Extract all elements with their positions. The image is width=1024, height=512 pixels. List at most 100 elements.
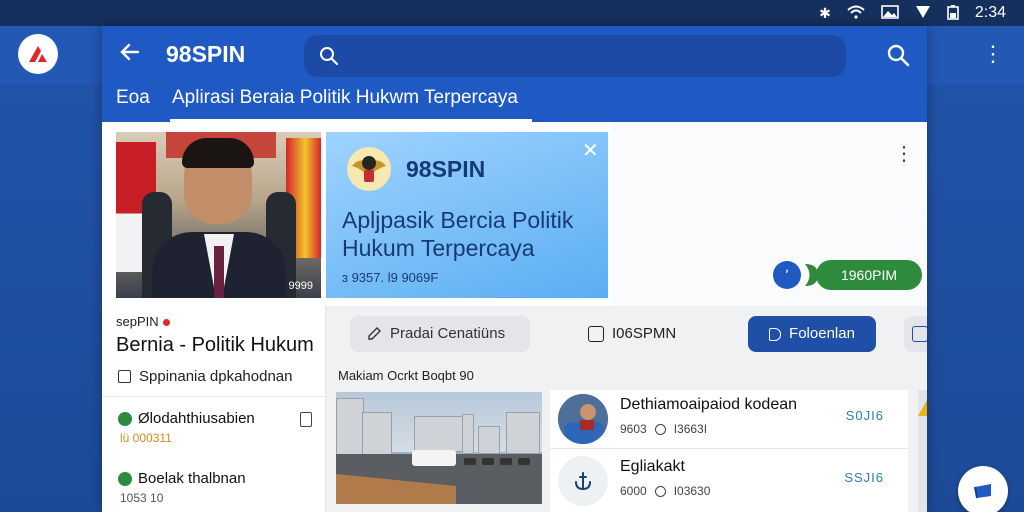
photo-car <box>482 458 494 465</box>
news-row[interactable]: Dethiamoaipaiod kodean 9603 I3663I S0JI6 <box>550 390 908 449</box>
building <box>462 414 474 454</box>
news-photo[interactable] <box>336 392 542 504</box>
app-window: 98SPIN Eoa Aplirasi Beraia Politik Hukwm… <box>102 26 927 512</box>
side-strip <box>918 390 927 512</box>
verified-badge-icon <box>118 411 132 426</box>
floating-action-button[interactable] <box>958 466 1008 512</box>
section-label: Makiam Ocrkt Boqbt 90 <box>338 368 474 383</box>
verified-badge-icon <box>118 471 132 486</box>
d-icon <box>769 327 782 341</box>
clock-icon <box>654 485 666 497</box>
list-item-title: Boelak thalbnan <box>138 470 246 487</box>
list-item-meta: lü 000311 <box>120 431 172 445</box>
news-meta: 6000 I03630 <box>620 484 710 498</box>
building <box>478 426 500 454</box>
photo-caption: 9999 <box>288 280 313 292</box>
building <box>362 412 392 456</box>
chip-label: Pradai Cenatiüns <box>390 325 506 342</box>
logo-mark-icon <box>29 46 47 62</box>
news-meta-value: 6000 <box>620 484 647 498</box>
photo-car <box>518 458 530 465</box>
clock-icon <box>654 423 666 435</box>
news-count: S0JI6 <box>845 408 884 423</box>
overflow-chip[interactable] <box>904 316 927 352</box>
list-item-meta: 1053 10 <box>120 491 164 505</box>
promo-headline: Apljpasik Bercia Politik Hukum Terpercay… <box>342 207 574 261</box>
news-title: Dethiamoaipaiod kodean <box>620 396 798 413</box>
checkbox[interactable] <box>118 370 131 383</box>
svg-text:ʼ: ʼ <box>785 268 789 284</box>
app-logo[interactable] <box>18 34 58 74</box>
compose-icon <box>974 484 991 499</box>
middle-section: Pradai Cenatiüns I06SPMN Foloenlan Makia… <box>326 306 927 512</box>
app-header: 98SPIN Eoa Aplirasi Beraia Politik Hukwm… <box>102 26 927 122</box>
image-icon <box>881 5 899 21</box>
photo-car <box>500 458 512 465</box>
news-meta-value: 9603 <box>620 422 647 436</box>
news-count: SSJI6 <box>844 470 884 485</box>
header-search-icon[interactable] <box>885 42 911 68</box>
warning-icon <box>918 400 927 416</box>
news-title: Egliakakt <box>620 458 685 475</box>
overflow-icon <box>912 326 927 342</box>
status-bar: ✱ 2:34 <box>819 3 1006 23</box>
avatar <box>558 456 608 506</box>
app-title: 98SPIN <box>166 41 246 67</box>
search-icon <box>320 47 339 66</box>
close-icon[interactable]: ✕ <box>582 141 600 161</box>
news-meta-value: I03630 <box>673 484 711 498</box>
building <box>506 412 540 454</box>
chip-label: Foloenlan <box>789 325 855 342</box>
section-title: Bernia - Politik Hukum <box>116 334 314 356</box>
featured-photo-card[interactable]: 9999 <box>116 132 321 298</box>
follow-button[interactable]: Foloenlan <box>748 316 876 352</box>
list-item-title: Ølodahthiusabien <box>138 410 255 427</box>
live-dot-icon <box>162 319 170 327</box>
search-input[interactable] <box>348 43 828 69</box>
left-column: sepPIN Bernia - Politik Hukum Sppinania … <box>102 306 326 512</box>
wifi-icon <box>847 5 865 21</box>
photo-tie <box>214 246 224 298</box>
promo-brand: 98SPIN <box>406 156 486 182</box>
photo-hair <box>182 138 254 168</box>
signal-icon <box>915 5 931 21</box>
tab-main-feed[interactable]: Aplirasi Beraia Politik Hukwm Terpercaya <box>158 82 532 122</box>
divider <box>102 396 326 397</box>
news-meta-value: I3663I <box>673 422 708 436</box>
building <box>336 398 364 456</box>
battery-icon <box>947 4 959 22</box>
building <box>414 416 464 452</box>
promo-subline: ɜ 9357. l9 9069F <box>342 270 439 285</box>
news-meta: 9603 I3663I <box>620 422 707 436</box>
more-options-icon[interactable]: ⋮ <box>894 140 914 168</box>
chip-label: I06SPMN <box>612 325 677 342</box>
anchor-icon <box>575 472 591 491</box>
download-pill-button[interactable]: 1960PIM <box>816 260 922 290</box>
search-bar[interactable] <box>304 35 846 77</box>
bookmark-icon[interactable] <box>300 412 312 427</box>
category-tag: sepPIN <box>116 314 170 329</box>
back-button[interactable] <box>116 40 144 68</box>
avatar <box>558 394 608 444</box>
filter-chip-1[interactable]: Pradai Cenatiüns <box>350 316 530 352</box>
list-item[interactable]: Ølodahthiusabien lü 000311 <box>118 410 318 445</box>
bluetooth-icon: ✱ <box>819 5 831 21</box>
checkbox-icon <box>588 326 604 342</box>
promo-banner[interactable]: 98SPIN ✕ Apljpasik Bercia Politik Hukum … <box>326 132 608 298</box>
right-panel: ⋮ ʼ 1960PIM <box>612 122 927 306</box>
checkbox-label: Sppinania dpkahodnan <box>139 368 293 385</box>
background-more-icon[interactable]: ⋮ <box>982 40 1004 68</box>
subscribe-checkbox-row[interactable]: Sppinania dpkahodnan <box>118 368 292 385</box>
list-item[interactable]: Boelak thalbnan 1053 10 <box>118 470 318 505</box>
news-list: Dethiamoaipaiod kodean 9603 I3663I S0JI6… <box>550 390 908 512</box>
tab-home[interactable]: Eoa <box>102 82 164 122</box>
news-row[interactable]: Egliakakt 6000 I03630 SSJI6 <box>550 452 908 510</box>
arrow-left-icon <box>120 43 140 61</box>
garuda-emblem-icon <box>347 147 391 191</box>
tab-bar: Eoa Aplirasi Beraia Politik Hukwm Terper… <box>102 82 927 122</box>
photo-bus <box>412 450 456 466</box>
divider <box>550 448 908 449</box>
filter-chip-2[interactable]: I06SPMN <box>576 316 696 352</box>
photo-car <box>464 458 476 465</box>
category-tag-text: sepPIN <box>116 314 159 329</box>
